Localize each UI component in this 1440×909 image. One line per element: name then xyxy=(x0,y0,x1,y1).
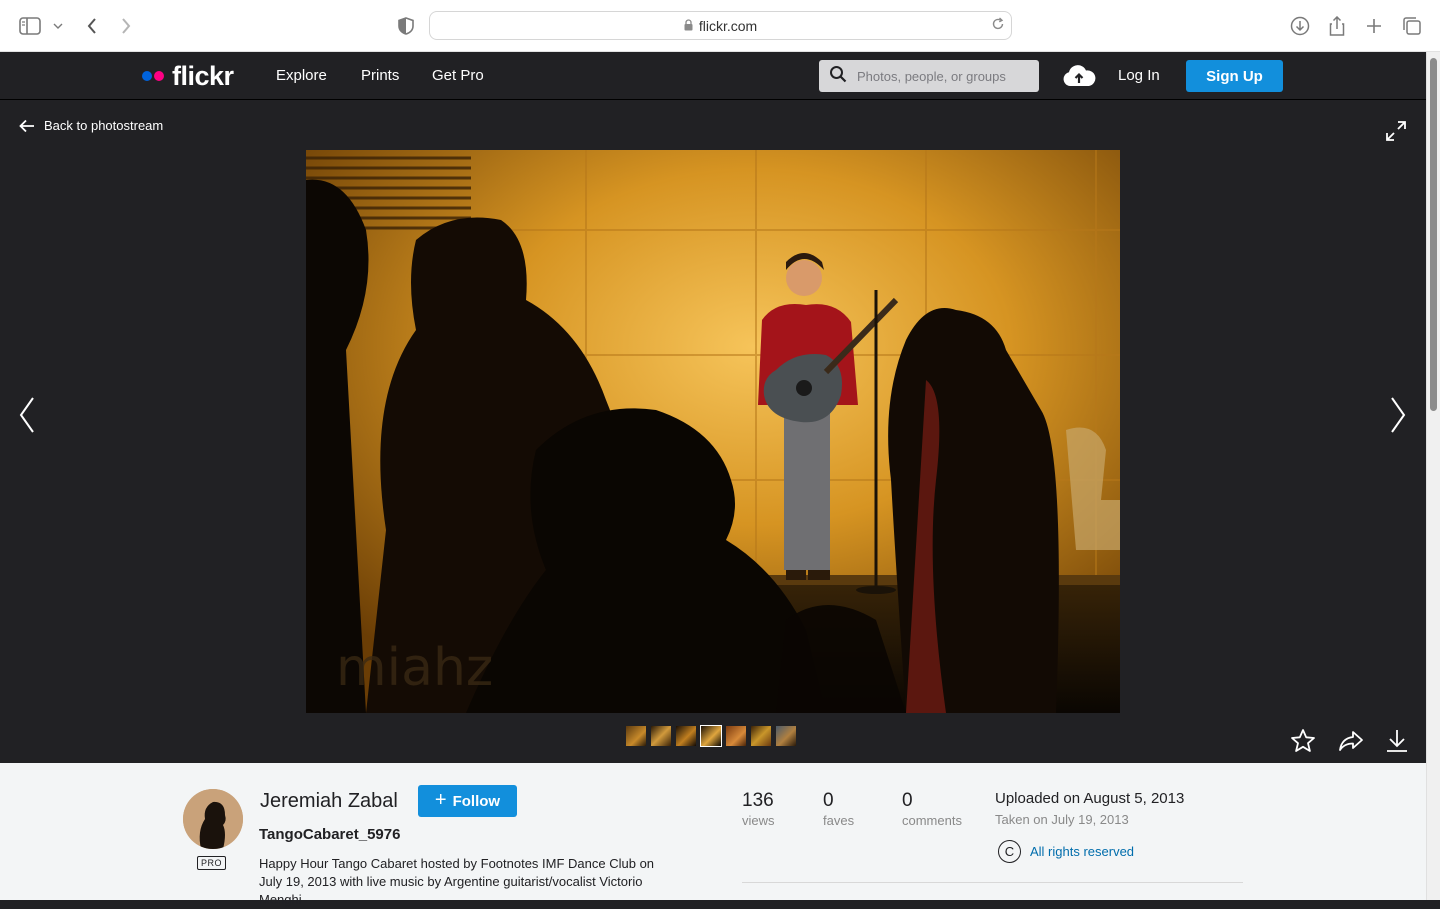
fave-star-icon[interactable] xyxy=(1290,728,1316,759)
nav-explore[interactable]: Explore xyxy=(276,67,327,84)
tab-overview-icon[interactable] xyxy=(1400,14,1424,38)
pro-badge: PRO xyxy=(197,856,226,870)
search-icon xyxy=(829,65,847,88)
downloads-icon[interactable] xyxy=(1288,14,1312,38)
url-text: flickr.com xyxy=(698,17,758,34)
stat-views-label: views xyxy=(742,813,775,828)
download-icon[interactable] xyxy=(1385,728,1409,759)
share-arrow-icon[interactable] xyxy=(1338,728,1364,759)
nav-prints[interactable]: Prints xyxy=(361,67,399,84)
filmstrip-thumb[interactable] xyxy=(626,726,646,746)
nav-get-pro[interactable]: Get Pro xyxy=(432,67,484,84)
sidebar-toggle-icon[interactable] xyxy=(18,14,42,38)
photo-filmstrip xyxy=(626,725,796,747)
stat-comments-label: comments xyxy=(902,813,962,828)
share-icon[interactable] xyxy=(1325,14,1349,38)
follow-label: Follow xyxy=(452,792,501,810)
logo-dot-pink xyxy=(154,71,164,81)
lock-icon xyxy=(684,18,693,34)
chevron-down-icon[interactable] xyxy=(48,14,68,38)
photo-info-panel: PRO Jeremiah Zabal + Follow TangoCabaret… xyxy=(0,763,1426,907)
next-photo-arrow-icon[interactable] xyxy=(1389,397,1407,438)
previous-photo-arrow-icon[interactable] xyxy=(18,397,36,438)
back-label: Back to photostream xyxy=(44,118,164,133)
plus-icon: + xyxy=(434,788,447,811)
arrow-left-icon xyxy=(19,119,34,132)
upload-date: Uploaded on August 5, 2013 xyxy=(995,790,1185,807)
filmstrip-thumb[interactable] xyxy=(751,726,771,746)
photo-description: Happy Hour Tango Cabaret hosted by Footn… xyxy=(259,856,655,907)
author-avatar[interactable] xyxy=(183,789,243,849)
main-photo[interactable]: miahz xyxy=(306,150,1120,713)
taken-date: Taken on July 19, 2013 xyxy=(995,812,1129,827)
photo-watermark: miahz xyxy=(336,638,493,698)
author-name[interactable]: Jeremiah Zabal xyxy=(260,790,398,813)
stat-comments: 0 comments xyxy=(902,790,962,828)
filmstrip-thumb[interactable] xyxy=(726,726,746,746)
follow-button[interactable]: + Follow xyxy=(418,785,517,817)
page-scrollbar[interactable] xyxy=(1426,52,1440,900)
site-header: flickr Explore Prints Get Pro Log In Sig… xyxy=(0,52,1426,100)
photo-title: TangoCabaret_5976 xyxy=(259,826,401,843)
license-info[interactable]: C All rights reserved xyxy=(998,840,1134,863)
photo-stage: Back to photostream miahz xyxy=(0,100,1426,763)
forward-icon[interactable] xyxy=(114,14,138,38)
scrollbar-thumb[interactable] xyxy=(1430,58,1437,411)
copyright-icon: C xyxy=(998,840,1021,863)
license-label[interactable]: All rights reserved xyxy=(1030,844,1134,859)
stat-faves-value: 0 xyxy=(823,790,834,811)
login-link[interactable]: Log In xyxy=(1118,67,1160,84)
stat-comments-value: 0 xyxy=(902,790,913,811)
reload-icon[interactable] xyxy=(991,17,1005,34)
fullscreen-expand-icon[interactable] xyxy=(1384,119,1408,148)
stat-views: 136 views xyxy=(742,790,775,828)
stat-faves-label: faves xyxy=(823,813,855,828)
back-to-photostream-link[interactable]: Back to photostream xyxy=(19,118,163,133)
filmstrip-thumb-current[interactable] xyxy=(700,725,722,747)
divider xyxy=(742,882,1243,883)
back-icon[interactable] xyxy=(80,14,104,38)
logo-dot-blue xyxy=(142,71,152,81)
search-input[interactable] xyxy=(857,68,1027,84)
filmstrip-thumb[interactable] xyxy=(676,726,696,746)
stat-views-value: 136 xyxy=(742,790,774,811)
filmstrip-thumb[interactable] xyxy=(651,726,671,746)
upload-cloud-icon[interactable] xyxy=(1062,64,1096,93)
logo-wordmark: flickr xyxy=(172,60,234,91)
flickr-logo[interactable]: flickr xyxy=(142,60,234,92)
signup-button[interactable]: Sign Up xyxy=(1186,60,1283,92)
address-bar[interactable]: flickr.com xyxy=(429,11,1012,40)
filmstrip-thumb[interactable] xyxy=(776,726,796,746)
browser-toolbar: flickr.com xyxy=(0,0,1440,52)
privacy-shield-icon[interactable] xyxy=(394,14,418,38)
new-tab-icon[interactable] xyxy=(1362,14,1386,38)
search-box[interactable] xyxy=(819,60,1039,92)
stat-faves: 0 faves xyxy=(823,790,854,828)
